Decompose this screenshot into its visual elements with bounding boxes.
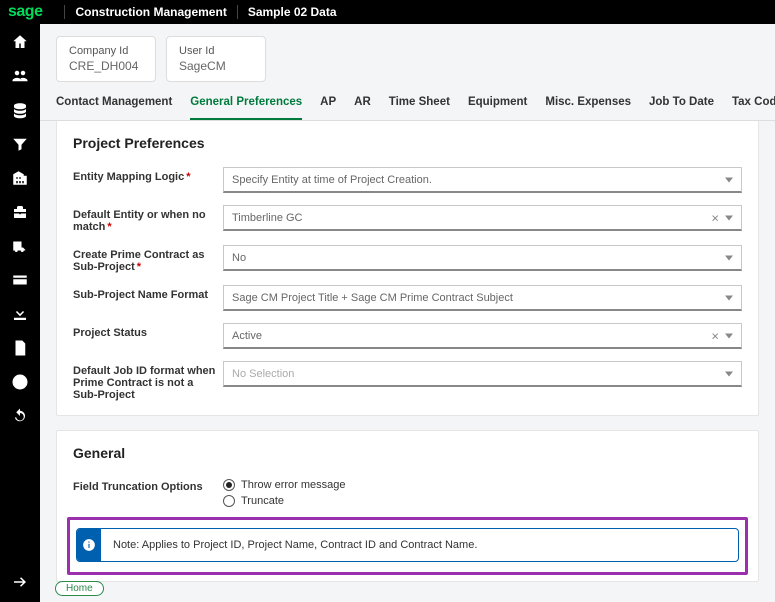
info-icon	[77, 529, 101, 561]
highlight-annotation: Note: Applies to Project ID, Project Nam…	[67, 517, 748, 575]
radio-icon	[223, 479, 235, 491]
info-banner: Note: Applies to Project ID, Project Nam…	[76, 528, 739, 562]
project-status-select[interactable]: Active ×	[223, 323, 742, 349]
company-id-value: CRE_DH004	[69, 59, 143, 73]
info-text: Note: Applies to Project ID, Project Nam…	[101, 529, 489, 561]
expand-icon[interactable]	[10, 572, 30, 592]
truncation-label: Field Truncation Options	[73, 477, 223, 493]
tab-ap[interactable]: AP	[320, 88, 336, 120]
project-preferences-title: Project Preferences	[57, 121, 758, 161]
home-icon[interactable]	[10, 32, 30, 52]
default-entity-label: Default Entity or when no match*	[73, 205, 223, 233]
building-icon[interactable]	[10, 168, 30, 188]
default-entity-select[interactable]: Timberline GC ×	[223, 205, 742, 231]
clear-icon[interactable]: ×	[711, 211, 719, 224]
user-id-label: User Id	[179, 45, 253, 57]
refresh-icon[interactable]	[10, 406, 30, 426]
general-title: General	[57, 431, 758, 471]
truncation-radio-group: Throw error message Truncate	[223, 477, 742, 507]
chevron-down-icon	[725, 333, 733, 338]
project-status-label: Project Status	[73, 323, 223, 339]
tab-bar: Contact Management General Preferences A…	[40, 88, 775, 121]
card-icon[interactable]	[10, 270, 30, 290]
home-tag[interactable]: Home	[55, 581, 104, 596]
users-icon[interactable]	[10, 66, 30, 86]
toolbox-icon[interactable]	[10, 202, 30, 222]
user-id-value: SageCM	[179, 59, 253, 73]
general-panel: General Field Truncation Options Throw e…	[56, 430, 759, 582]
chevron-down-icon	[725, 255, 733, 260]
tab-job-to-date[interactable]: Job To Date	[649, 88, 714, 120]
document-icon[interactable]	[10, 338, 30, 358]
chevron-down-icon	[725, 215, 733, 220]
chevron-down-icon	[725, 371, 733, 376]
chevron-down-icon	[725, 177, 733, 182]
database-icon[interactable]	[10, 100, 30, 120]
clear-icon[interactable]: ×	[711, 329, 719, 342]
chevron-down-icon	[725, 295, 733, 300]
truck-icon[interactable]	[10, 236, 30, 256]
main-content: Company Id CRE_DH004 User Id SageCM Cont…	[40, 24, 775, 602]
prime-contract-sub-select[interactable]: No	[223, 245, 742, 271]
dataset-name: Sample 02 Data	[248, 5, 337, 19]
company-id-label: Company Id	[69, 45, 143, 57]
tab-time-sheet[interactable]: Time Sheet	[389, 88, 450, 120]
user-id-card: User Id SageCM	[166, 36, 266, 82]
tab-tax-codes[interactable]: Tax Codes	[732, 88, 775, 120]
tab-contact-management[interactable]: Contact Management	[56, 88, 172, 120]
truncation-option-throw[interactable]: Throw error message	[223, 479, 742, 491]
job-id-format-select[interactable]: No Selection	[223, 361, 742, 387]
subproject-format-label: Sub-Project Name Format	[73, 285, 223, 301]
job-id-format-label: Default Job ID format when Prime Contrac…	[73, 361, 223, 401]
entity-mapping-select[interactable]: Specify Entity at time of Project Creati…	[223, 167, 742, 193]
tab-general-preferences[interactable]: General Preferences	[190, 88, 302, 121]
tab-misc-expenses[interactable]: Misc. Expenses	[545, 88, 631, 120]
project-preferences-panel: Project Preferences Entity Mapping Logic…	[56, 121, 759, 416]
prime-contract-sub-label: Create Prime Contract as Sub-Project*	[73, 245, 223, 273]
download-icon[interactable]	[10, 304, 30, 324]
module-name: Construction Management	[75, 5, 226, 19]
truncation-option-truncate[interactable]: Truncate	[223, 495, 742, 507]
filter-icon[interactable]	[10, 134, 30, 154]
brand-logo: sage	[8, 3, 42, 21]
sidebar	[0, 24, 40, 602]
subproject-format-select[interactable]: Sage CM Project Title + Sage CM Prime Co…	[223, 285, 742, 311]
company-id-card: Company Id CRE_DH004	[56, 36, 156, 82]
chart-icon[interactable]	[10, 372, 30, 392]
topbar: sage Construction Management Sample 02 D…	[0, 0, 775, 24]
tab-equipment[interactable]: Equipment	[468, 88, 527, 120]
radio-icon	[223, 495, 235, 507]
tab-ar[interactable]: AR	[354, 88, 371, 120]
entity-mapping-label: Entity Mapping Logic*	[73, 167, 223, 183]
